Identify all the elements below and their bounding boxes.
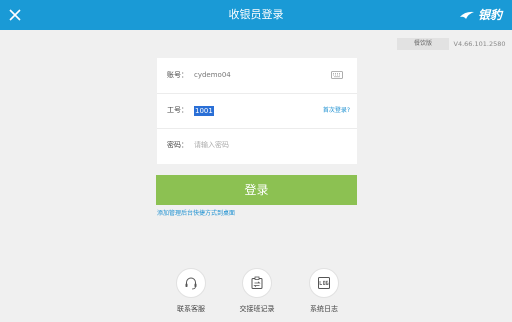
employee-id-input[interactable]: 1001 xyxy=(194,106,214,116)
employee-id-row: 工号： 1001 首次登录? xyxy=(157,93,357,129)
edition-badge: 餐饮版 xyxy=(397,38,449,50)
log-icon xyxy=(318,277,330,289)
handover-record-label: 交接班记录 xyxy=(239,305,275,313)
password-row: 密码： 请输入密码 xyxy=(157,128,357,164)
keyboard-icon[interactable] xyxy=(331,71,343,79)
login-button[interactable]: 登录 xyxy=(156,175,357,205)
handover-record-icon xyxy=(251,276,263,289)
handover-record-button[interactable]: 交接班记录 xyxy=(227,268,287,314)
brand-name: 银豹 xyxy=(477,8,502,22)
version-label: V4.66.101.2580 xyxy=(453,40,506,48)
contact-support-button[interactable]: 联系客服 xyxy=(161,268,221,314)
account-input[interactable]: cydemo04 xyxy=(194,58,231,93)
brand-logo: 银豹 xyxy=(458,6,502,24)
brand-swoosh-icon xyxy=(459,11,474,19)
employee-id-label: 工号： xyxy=(167,106,188,114)
title-bar: 收银员登录 银豹 xyxy=(0,0,512,30)
system-log-label: 系统日志 xyxy=(310,305,338,313)
account-row: 账号： cydemo04 xyxy=(157,58,357,94)
add-desktop-shortcut-link[interactable]: 添加管理后台快捷方式到桌面 xyxy=(157,208,235,217)
first-login-link[interactable]: 首次登录? xyxy=(323,93,350,128)
contact-support-label: 联系客服 xyxy=(177,305,205,313)
headset-icon xyxy=(185,277,197,290)
account-label: 账号： xyxy=(167,71,188,79)
password-input[interactable]: 请输入密码 xyxy=(194,128,229,163)
system-log-button[interactable]: 系统日志 xyxy=(294,268,354,314)
login-form: 账号： cydemo04 工号： 1001 首次登录? 密码： 请输入密码 xyxy=(157,58,357,164)
password-label: 密码： xyxy=(167,141,188,149)
page-title: 收银员登录 xyxy=(228,8,284,21)
